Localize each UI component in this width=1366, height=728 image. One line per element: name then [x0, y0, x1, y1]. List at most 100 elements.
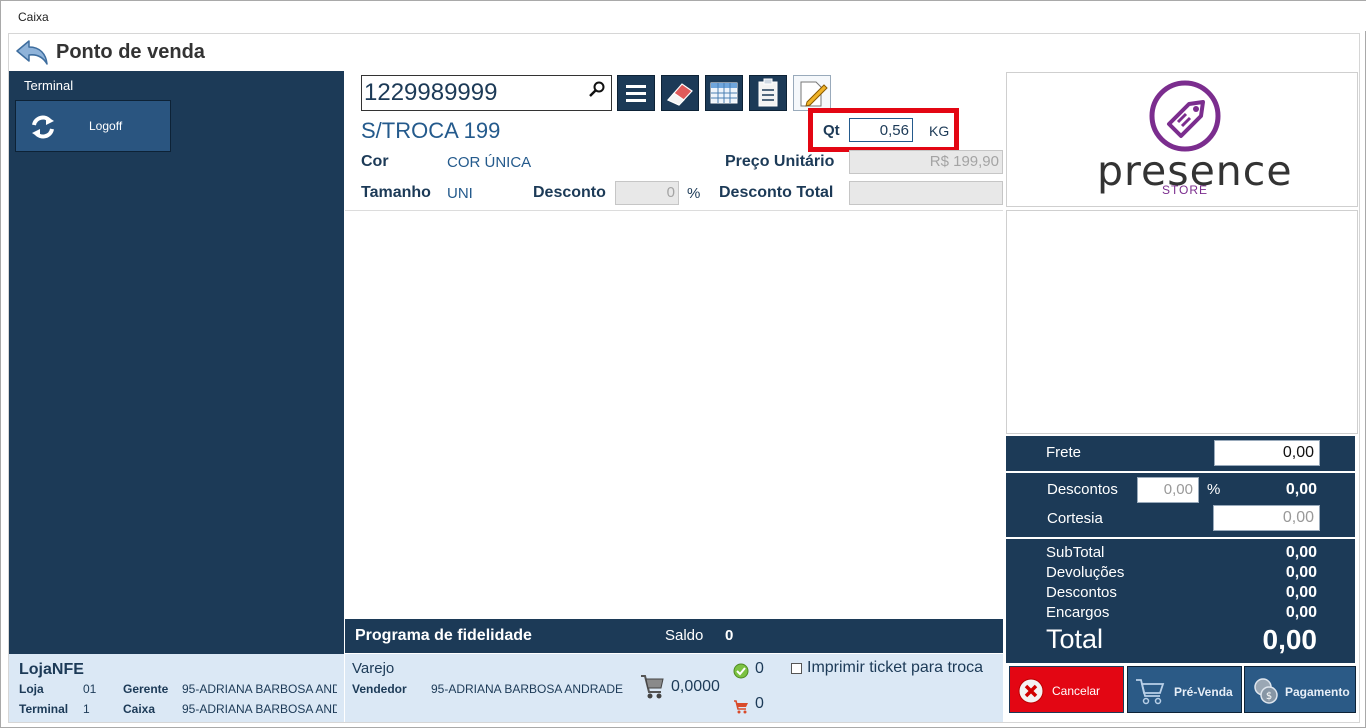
back-arrow-icon[interactable] [15, 39, 49, 65]
shopping-cart-icon [641, 675, 664, 699]
terminal-value: 1 [83, 702, 90, 716]
vendedor-value: 95-ADRIANA BARBOSA ANDRADE [431, 682, 623, 696]
descontos-value: 0,00 [1285, 481, 1317, 498]
table-grid-button[interactable] [705, 75, 743, 111]
loyalty-bar: Programa de fidelidade Saldo 0 [345, 619, 1003, 653]
total-label: Total [1046, 624, 1104, 654]
encargos-value: 0,00 [1285, 604, 1317, 621]
cortesia-input[interactable]: 0,00 [1213, 505, 1320, 531]
store-info: LojaNFE Loja 01 Gerente 95-ADRIANA BARBO… [9, 654, 344, 722]
cancel-button[interactable]: Cancelar [1009, 666, 1124, 713]
sale-type: Varejo [352, 660, 395, 677]
refresh-icon [32, 115, 54, 139]
totals-separator [1006, 537, 1355, 539]
product-code-input[interactable] [364, 79, 584, 107]
title-bar: Caixa [1, 1, 1366, 31]
edit-pencil-icon [800, 81, 828, 107]
sale-info: Varejo Vendedor 95-ADRIANA BARBOSA ANDRA… [345, 654, 1003, 722]
terminal-section-label: Terminal [24, 78, 74, 93]
desconto-total-field [849, 181, 1003, 205]
preco-unitario-field: R$ 199,90 [849, 150, 1003, 174]
pagamento-button[interactable]: $ Pagamento [1244, 666, 1356, 713]
gerente-value: 95-ADRIANA BARBOSA ANDRADE [182, 682, 337, 696]
check-count: 0 [755, 660, 764, 677]
cancel-label: Cancelar [1052, 684, 1101, 698]
loyalty-saldo-value: 0 [725, 627, 734, 644]
clipboard-button[interactable] [749, 75, 787, 111]
store-logo-box: presence STORE [1006, 72, 1358, 207]
cart-small-icon [734, 700, 748, 714]
loyalty-saldo-label: Saldo [665, 627, 704, 644]
menu-button[interactable] [617, 75, 655, 111]
pre-venda-label: Pré-Venda [1174, 685, 1233, 699]
left-panel: Terminal Logoff [9, 71, 344, 654]
quantity-input[interactable] [849, 118, 913, 142]
caixa-value: 95-ADRIANA BARBOSA ANDRADE [182, 702, 337, 716]
logoff-button[interactable]: Logoff [15, 100, 171, 152]
descontos-summary-label: Descontos [1046, 584, 1117, 601]
cart-count: 0 [755, 695, 764, 712]
action-bar: Cancelar Pré-Venda $ Pagamento [1006, 664, 1358, 714]
devolucoes-value: 0,00 [1285, 564, 1317, 581]
desconto-input[interactable]: 0 [615, 181, 679, 205]
cancel-x-icon [1018, 678, 1044, 704]
window-title: Caixa [18, 10, 49, 24]
encargos-label: Encargos [1046, 604, 1110, 621]
subtotal-label: SubTotal [1046, 544, 1105, 561]
cortesia-label: Cortesia [1047, 510, 1103, 527]
product-image-box [1006, 210, 1358, 434]
cart-outline-icon [1136, 679, 1165, 705]
pagamento-label: Pagamento [1285, 685, 1350, 699]
desconto-label: Desconto [533, 184, 606, 201]
edit-button[interactable] [793, 75, 831, 111]
cart-total-value: 0,0000 [671, 678, 720, 695]
cor-label: Cor [361, 153, 389, 170]
cor-value: COR ÚNICA [447, 154, 532, 171]
price-tag-logo-icon [1149, 80, 1221, 152]
product-name: S/TROCA 199 [361, 118, 501, 143]
devolucoes-label: Devoluções [1046, 564, 1125, 581]
quantity-label: Qt [823, 122, 840, 139]
table-grid-icon [710, 82, 738, 104]
totals-panel: Frete 0,00 Descontos 0,00 % 0,00 Cortesi… [1006, 436, 1355, 663]
hamburger-menu-icon [626, 85, 646, 102]
pos-window: Caixa Ponto de venda Terminal Logoff Loj… [0, 0, 1366, 728]
descontos-percent: % [1207, 481, 1221, 498]
coins-icon: $ [1254, 678, 1278, 704]
product-search-box [361, 75, 612, 111]
loyalty-title: Programa de fidelidade [355, 627, 532, 644]
search-icon[interactable] [588, 80, 606, 98]
header: Ponto de venda [9, 34, 1359, 70]
descontos-summary-value: 0,00 [1285, 584, 1317, 601]
total-value: 0,00 [1262, 624, 1318, 655]
logo-subtitle: STORE [1161, 183, 1209, 197]
print-ticket-checkbox[interactable] [791, 663, 802, 674]
subtotal-value: 0,00 [1285, 544, 1317, 561]
pre-venda-button[interactable]: Pré-Venda [1127, 666, 1242, 713]
print-ticket-label[interactable]: Imprimir ticket para troca [807, 659, 983, 677]
logoff-label: Logoff [89, 119, 123, 133]
preco-unitario-label: Preço Unitário [725, 153, 835, 170]
descontos-input[interactable]: 0,00 [1137, 477, 1199, 503]
gerente-label: Gerente [123, 682, 169, 696]
clipboard-icon [758, 78, 778, 107]
totals-separator [1006, 471, 1355, 473]
frete-label: Frete [1046, 444, 1082, 461]
caixa-label: Caixa [123, 702, 156, 716]
vendedor-label: Vendedor [352, 682, 407, 696]
page-title: Ponto de venda [56, 41, 205, 63]
product-panel: S/TROCA 199 Qt KG Cor COR ÚNICA Preço Un… [345, 71, 1003, 722]
loja-value: 01 [83, 682, 97, 696]
check-circle-icon [733, 663, 749, 679]
store-name: LojaNFE [19, 661, 84, 678]
terminal-label: Terminal [19, 702, 69, 716]
eraser-icon [667, 83, 693, 106]
desconto-percent: % [687, 185, 701, 202]
descontos-label: Descontos [1047, 481, 1118, 498]
frete-input[interactable]: 0,00 [1214, 440, 1320, 466]
eraser-button[interactable] [661, 75, 699, 111]
loja-label: Loja [19, 682, 44, 696]
tamanho-label: Tamanho [361, 184, 431, 201]
divider [345, 210, 1003, 211]
desconto-total-label: Desconto Total [719, 184, 834, 201]
